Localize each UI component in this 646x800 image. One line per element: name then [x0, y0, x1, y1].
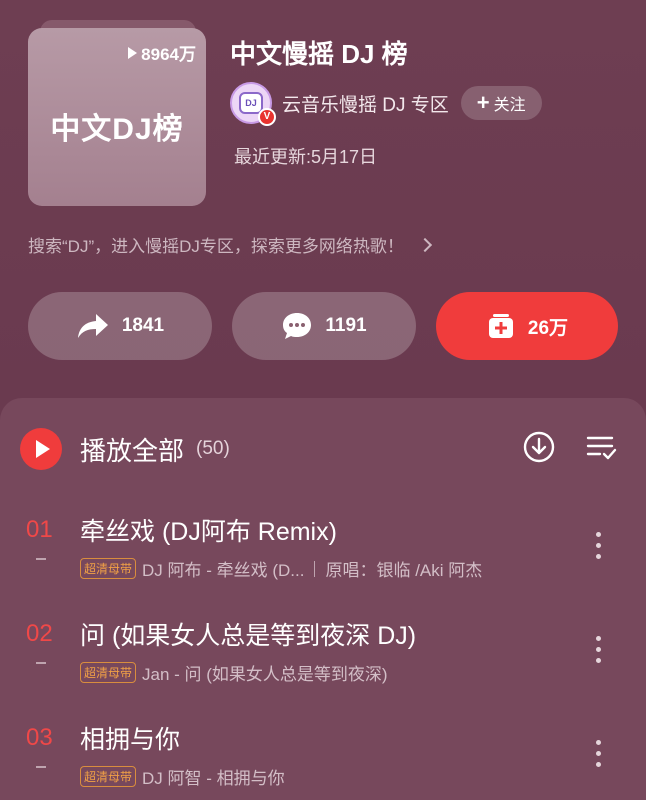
quality-badge: 超清母带 — [80, 558, 137, 579]
playlist-header: 8964万 中文DJ榜 中文慢摇 DJ 榜 DJ V 云音乐慢摇 DJ 专区 +… — [0, 0, 646, 400]
quality-badge: 超清母带 — [80, 766, 137, 787]
quality-badge: 超清母带 — [80, 662, 137, 683]
song-list-panel: 播放全部 (50) 01 牵丝戏 (DJ阿布 Remix) 超清母带 DJ 阿布… — [0, 398, 646, 800]
share-icon — [77, 314, 108, 338]
play-all-button[interactable]: 播放全部 (50) — [20, 428, 230, 470]
song-meta: 超清母带 DJ 阿智 - 相拥与你 — [80, 764, 285, 789]
description-text: 搜索“DJ”，进入慢摇DJ专区，探索更多网络热歌！ — [28, 237, 404, 256]
song-artist-album: Jan - 问 (如果女人总是等到夜深) — [142, 665, 388, 684]
play-all-label: 播放全部 — [80, 435, 185, 466]
song-row[interactable]: 03 相拥与你 超清母带 DJ 阿智 - 相拥与你 — [0, 724, 646, 800]
song-meta: 超清母带 DJ 阿布 - 牵丝戏 (D... 原唱：银临 /Aki 阿杰 — [80, 556, 482, 581]
play-count-value: 8964万 — [141, 45, 196, 64]
collect-count: 26万 — [527, 317, 569, 339]
song-title: 问 (如果女人总是等到夜深 DJ) — [80, 622, 417, 650]
collect-icon — [488, 314, 513, 338]
share-count: 1841 — [121, 315, 165, 336]
verified-badge-icon: V — [258, 108, 276, 126]
follow-label: 关注 — [493, 97, 526, 114]
song-title: 相拥与你 — [80, 726, 181, 754]
more-options-icon[interactable] — [596, 636, 601, 663]
follow-button[interactable]: + 关注 — [460, 86, 542, 120]
rank-trend — [36, 766, 46, 768]
play-count-icon — [128, 46, 138, 59]
song-count: (50) — [196, 438, 230, 459]
song-original: 原唱：银临 /Aki 阿杰 — [325, 561, 483, 580]
comment-icon — [283, 313, 312, 339]
creator-name[interactable]: 云音乐慢摇 DJ 专区 — [282, 90, 449, 117]
more-options-icon[interactable] — [596, 740, 601, 767]
share-button[interactable]: 1841 — [28, 292, 212, 360]
rank-trend — [36, 558, 46, 560]
comment-count: 1191 — [325, 315, 367, 336]
comment-button[interactable]: 1191 — [232, 292, 416, 360]
last-updated: 最近更新:5月17日 — [234, 147, 378, 167]
song-row[interactable]: 01 牵丝戏 (DJ阿布 Remix) 超清母带 DJ 阿布 - 牵丝戏 (D.… — [0, 516, 646, 606]
plus-icon: + — [476, 90, 490, 115]
collect-button[interactable]: 26万 — [436, 292, 618, 360]
cover-title: 中文DJ榜 — [50, 113, 184, 146]
rank-trend — [36, 662, 46, 664]
playlist-title: 中文慢摇 DJ 榜 — [230, 39, 408, 69]
song-title: 牵丝戏 (DJ阿布 Remix) — [80, 518, 337, 546]
play-icon — [20, 428, 62, 470]
playlist-description[interactable]: 搜索“DJ”，进入慢摇DJ专区，探索更多网络热歌！ — [28, 232, 432, 257]
song-rank: 02 — [26, 620, 53, 647]
playlist-cover[interactable]: 8964万 中文DJ榜 — [28, 28, 206, 206]
song-meta: 超清母带 Jan - 问 (如果女人总是等到夜深) — [80, 660, 388, 685]
download-icon[interactable] — [522, 430, 556, 464]
multi-select-icon[interactable] — [584, 430, 618, 464]
meta-divider — [314, 560, 316, 577]
creator-row: DJ V 云音乐慢摇 DJ 专区 + 关注 — [230, 82, 542, 126]
creator-avatar[interactable]: DJ V — [230, 82, 276, 126]
song-row[interactable]: 02 问 (如果女人总是等到夜深 DJ) 超清母带 Jan - 问 (如果女人总… — [0, 620, 646, 710]
song-rank: 03 — [26, 724, 53, 751]
play-count: 8964万 — [128, 40, 196, 65]
song-artist-album: DJ 阿布 - 牵丝戏 (D... — [142, 561, 305, 580]
chevron-right-icon — [417, 237, 432, 252]
more-options-icon[interactable] — [596, 532, 601, 559]
action-bar: 1841 1191 26万 — [0, 292, 646, 360]
song-rank: 01 — [26, 516, 53, 543]
song-artist-album: DJ 阿智 - 相拥与你 — [142, 769, 285, 788]
